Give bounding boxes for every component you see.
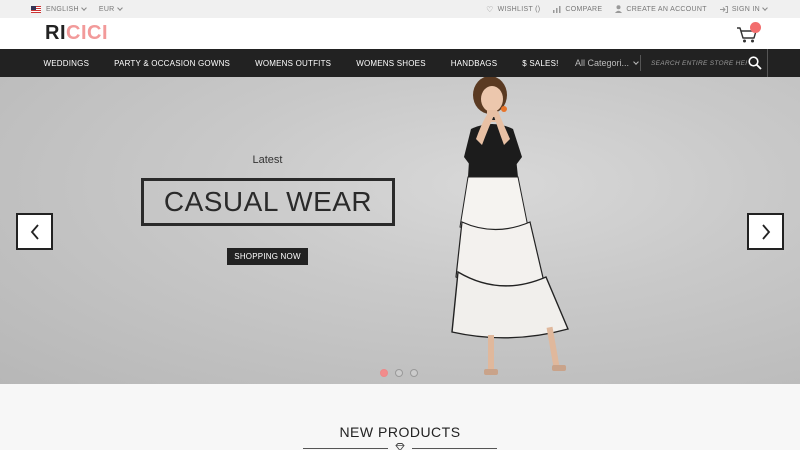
chevron-down-icon <box>762 4 768 11</box>
site-header: RICICI <box>0 18 800 49</box>
currency-label: EUR <box>98 5 115 13</box>
nav-item-sales[interactable]: $ SALES! <box>510 59 571 68</box>
chevron-down-icon <box>633 58 639 65</box>
heart-icon: ♡ <box>486 4 494 14</box>
sign-in-link[interactable]: SIGN IN <box>719 4 768 13</box>
top-utility-bar: ENGLISH EUR ♡ WISHLIST () COMPARE CREATE… <box>0 0 800 18</box>
diamond-icon <box>395 443 405 450</box>
slider-dot-1[interactable] <box>380 369 388 377</box>
us-flag-icon <box>31 5 41 13</box>
compare-link[interactable]: COMPARE <box>553 5 603 13</box>
user-icon <box>615 5 623 13</box>
search-icon[interactable] <box>748 56 762 70</box>
hero-model-image <box>451 77 569 375</box>
search-input[interactable] <box>651 59 747 67</box>
shopping-now-button[interactable]: SHOPPING NOW <box>227 248 308 265</box>
sign-in-icon <box>719 5 728 13</box>
nav-item-weddings[interactable]: WEDDINGS <box>31 59 102 68</box>
hero-slider: Latest CASUAL WEAR SHOPPING NOW <box>0 77 800 384</box>
chevron-right-icon <box>761 223 770 240</box>
main-navigation: WEDDINGS PARTY & OCCASION GOWNS WOMENS O… <box>0 49 800 77</box>
create-account-link[interactable]: CREATE AN ACCOUNT <box>615 5 707 13</box>
compare-label: COMPARE <box>565 5 603 13</box>
hero-title: CASUAL WEAR <box>163 186 373 217</box>
nav-item-party-occasion-gowns[interactable]: PARTY & OCCASION GOWNS <box>102 59 243 68</box>
new-products-section <box>0 384 800 450</box>
slider-pagination <box>380 369 425 377</box>
category-select-value: All Categori... <box>575 58 630 68</box>
nav-item-handbags[interactable]: HANDBAGS <box>438 59 510 68</box>
chevron-down-icon <box>81 4 87 11</box>
title-divider-left <box>303 448 388 449</box>
language-selector[interactable]: ENGLISH <box>31 4 87 13</box>
slider-dot-2[interactable] <box>395 369 403 377</box>
nav-item-womens-outfits[interactable]: WOMENS OUTFITS <box>243 59 344 68</box>
search-bar: All Categori... <box>568 49 768 77</box>
sign-in-label: SIGN IN <box>731 5 760 13</box>
section-title: NEW PRODUCTS <box>339 424 461 440</box>
slider-next-button[interactable] <box>747 213 784 250</box>
slider-prev-button[interactable] <box>16 213 53 250</box>
chevron-left-icon <box>30 223 39 240</box>
logo-part-pink: CICI <box>66 22 108 44</box>
wishlist-link[interactable]: ♡ WISHLIST () <box>486 5 540 14</box>
hero-subtitle: Latest <box>252 154 283 166</box>
nav-item-womens-shoes[interactable]: WOMENS SHOES <box>344 59 439 68</box>
currency-selector[interactable]: EUR <box>98 4 123 13</box>
category-select[interactable]: All Categori... <box>568 55 641 71</box>
hero-title-box: CASUAL WEAR <box>141 178 395 226</box>
bar-chart-icon <box>553 5 561 13</box>
title-divider-right <box>412 448 497 449</box>
chevron-down-icon <box>116 4 123 11</box>
create-account-label: CREATE AN ACCOUNT <box>626 5 707 13</box>
site-logo[interactable]: RICICI <box>45 22 108 45</box>
logo-part-dark: RI <box>45 22 66 44</box>
language-label: ENGLISH <box>46 5 79 13</box>
cart-count-badge <box>750 22 761 33</box>
slider-dot-3[interactable] <box>410 369 418 377</box>
wishlist-label: WISHLIST () <box>497 5 541 13</box>
